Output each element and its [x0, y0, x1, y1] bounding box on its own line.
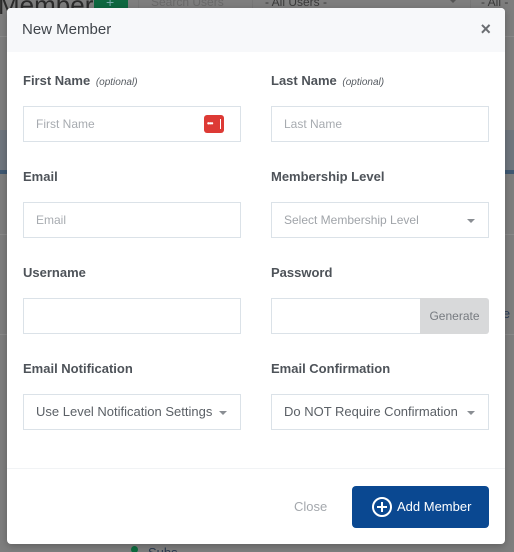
plus-circle-icon	[372, 497, 392, 517]
email-notification-select[interactable]: Use Level Notification Settings	[23, 394, 241, 430]
email-label: Email	[23, 169, 58, 184]
membership-level-value: Select Membership Level	[284, 213, 419, 227]
close-button[interactable]: Close	[294, 499, 327, 514]
membership-level-label: Membership Level	[271, 169, 385, 184]
caret-down-icon	[467, 219, 475, 223]
optional-hint: (optional)	[342, 77, 385, 88]
add-member-submit-button[interactable]: Add Member	[352, 486, 489, 528]
modal-header: New Member ×	[7, 8, 505, 52]
add-member-label: Add Member	[397, 499, 472, 514]
password-input[interactable]	[271, 298, 420, 334]
caret-down-icon	[448, 0, 458, 3]
password-input-group: Generate	[271, 298, 489, 334]
email-notification-field: Email Notification Use Level Notificatio…	[23, 361, 241, 430]
password-field: Password Generate	[271, 265, 489, 334]
membership-level-select[interactable]: Select Membership Level	[271, 202, 489, 238]
email-confirmation-value: Do NOT Require Confirmation	[284, 404, 458, 419]
email-notification-label: Email Notification	[23, 361, 133, 376]
email-confirmation-select[interactable]: Do NOT Require Confirmation	[271, 394, 489, 430]
close-icon[interactable]: ×	[480, 20, 491, 38]
last-name-placeholder: Last Name	[284, 117, 343, 131]
username-field: Username	[23, 265, 241, 334]
password-manager-icon[interactable]: •••	[204, 115, 224, 133]
first-name-input[interactable]: First Name •••	[23, 106, 241, 142]
optional-hint: (optional)	[95, 77, 138, 88]
modal-body: First Name (optional) First Name ••• Las…	[7, 52, 505, 468]
password-label: Password	[271, 265, 333, 280]
email-confirmation-label: Email Confirmation	[271, 361, 391, 376]
status-dot-icon	[131, 546, 138, 552]
username-label: Username	[23, 265, 86, 280]
caret-down-icon	[219, 411, 227, 415]
email-placeholder: Email	[36, 213, 67, 227]
generate-password-button[interactable]: Generate	[420, 298, 489, 334]
membership-level-field: Membership Level Select Membership Level	[271, 169, 489, 238]
first-name-placeholder: First Name	[36, 117, 95, 131]
email-confirmation-field: Email Confirmation Do NOT Require Confir…	[271, 361, 489, 430]
modal-title: New Member	[22, 21, 112, 38]
modal-footer: Close Add Member	[7, 468, 505, 544]
email-input[interactable]: Email	[23, 202, 241, 238]
email-notification-value: Use Level Notification Settings	[36, 404, 213, 419]
status-text: Subs	[148, 545, 178, 552]
last-name-label: Last Name (optional)	[271, 73, 385, 88]
username-input[interactable]	[23, 298, 241, 334]
first-name-label: First Name (optional)	[23, 73, 138, 88]
first-name-field: First Name (optional) First Name •••	[23, 73, 241, 142]
caret-down-icon	[467, 411, 475, 415]
last-name-input[interactable]: Last Name	[271, 106, 489, 142]
new-member-modal: New Member × First Name (optional) First…	[7, 8, 505, 544]
email-field: Email Email	[23, 169, 241, 238]
last-name-field: Last Name (optional) Last Name	[271, 73, 489, 142]
